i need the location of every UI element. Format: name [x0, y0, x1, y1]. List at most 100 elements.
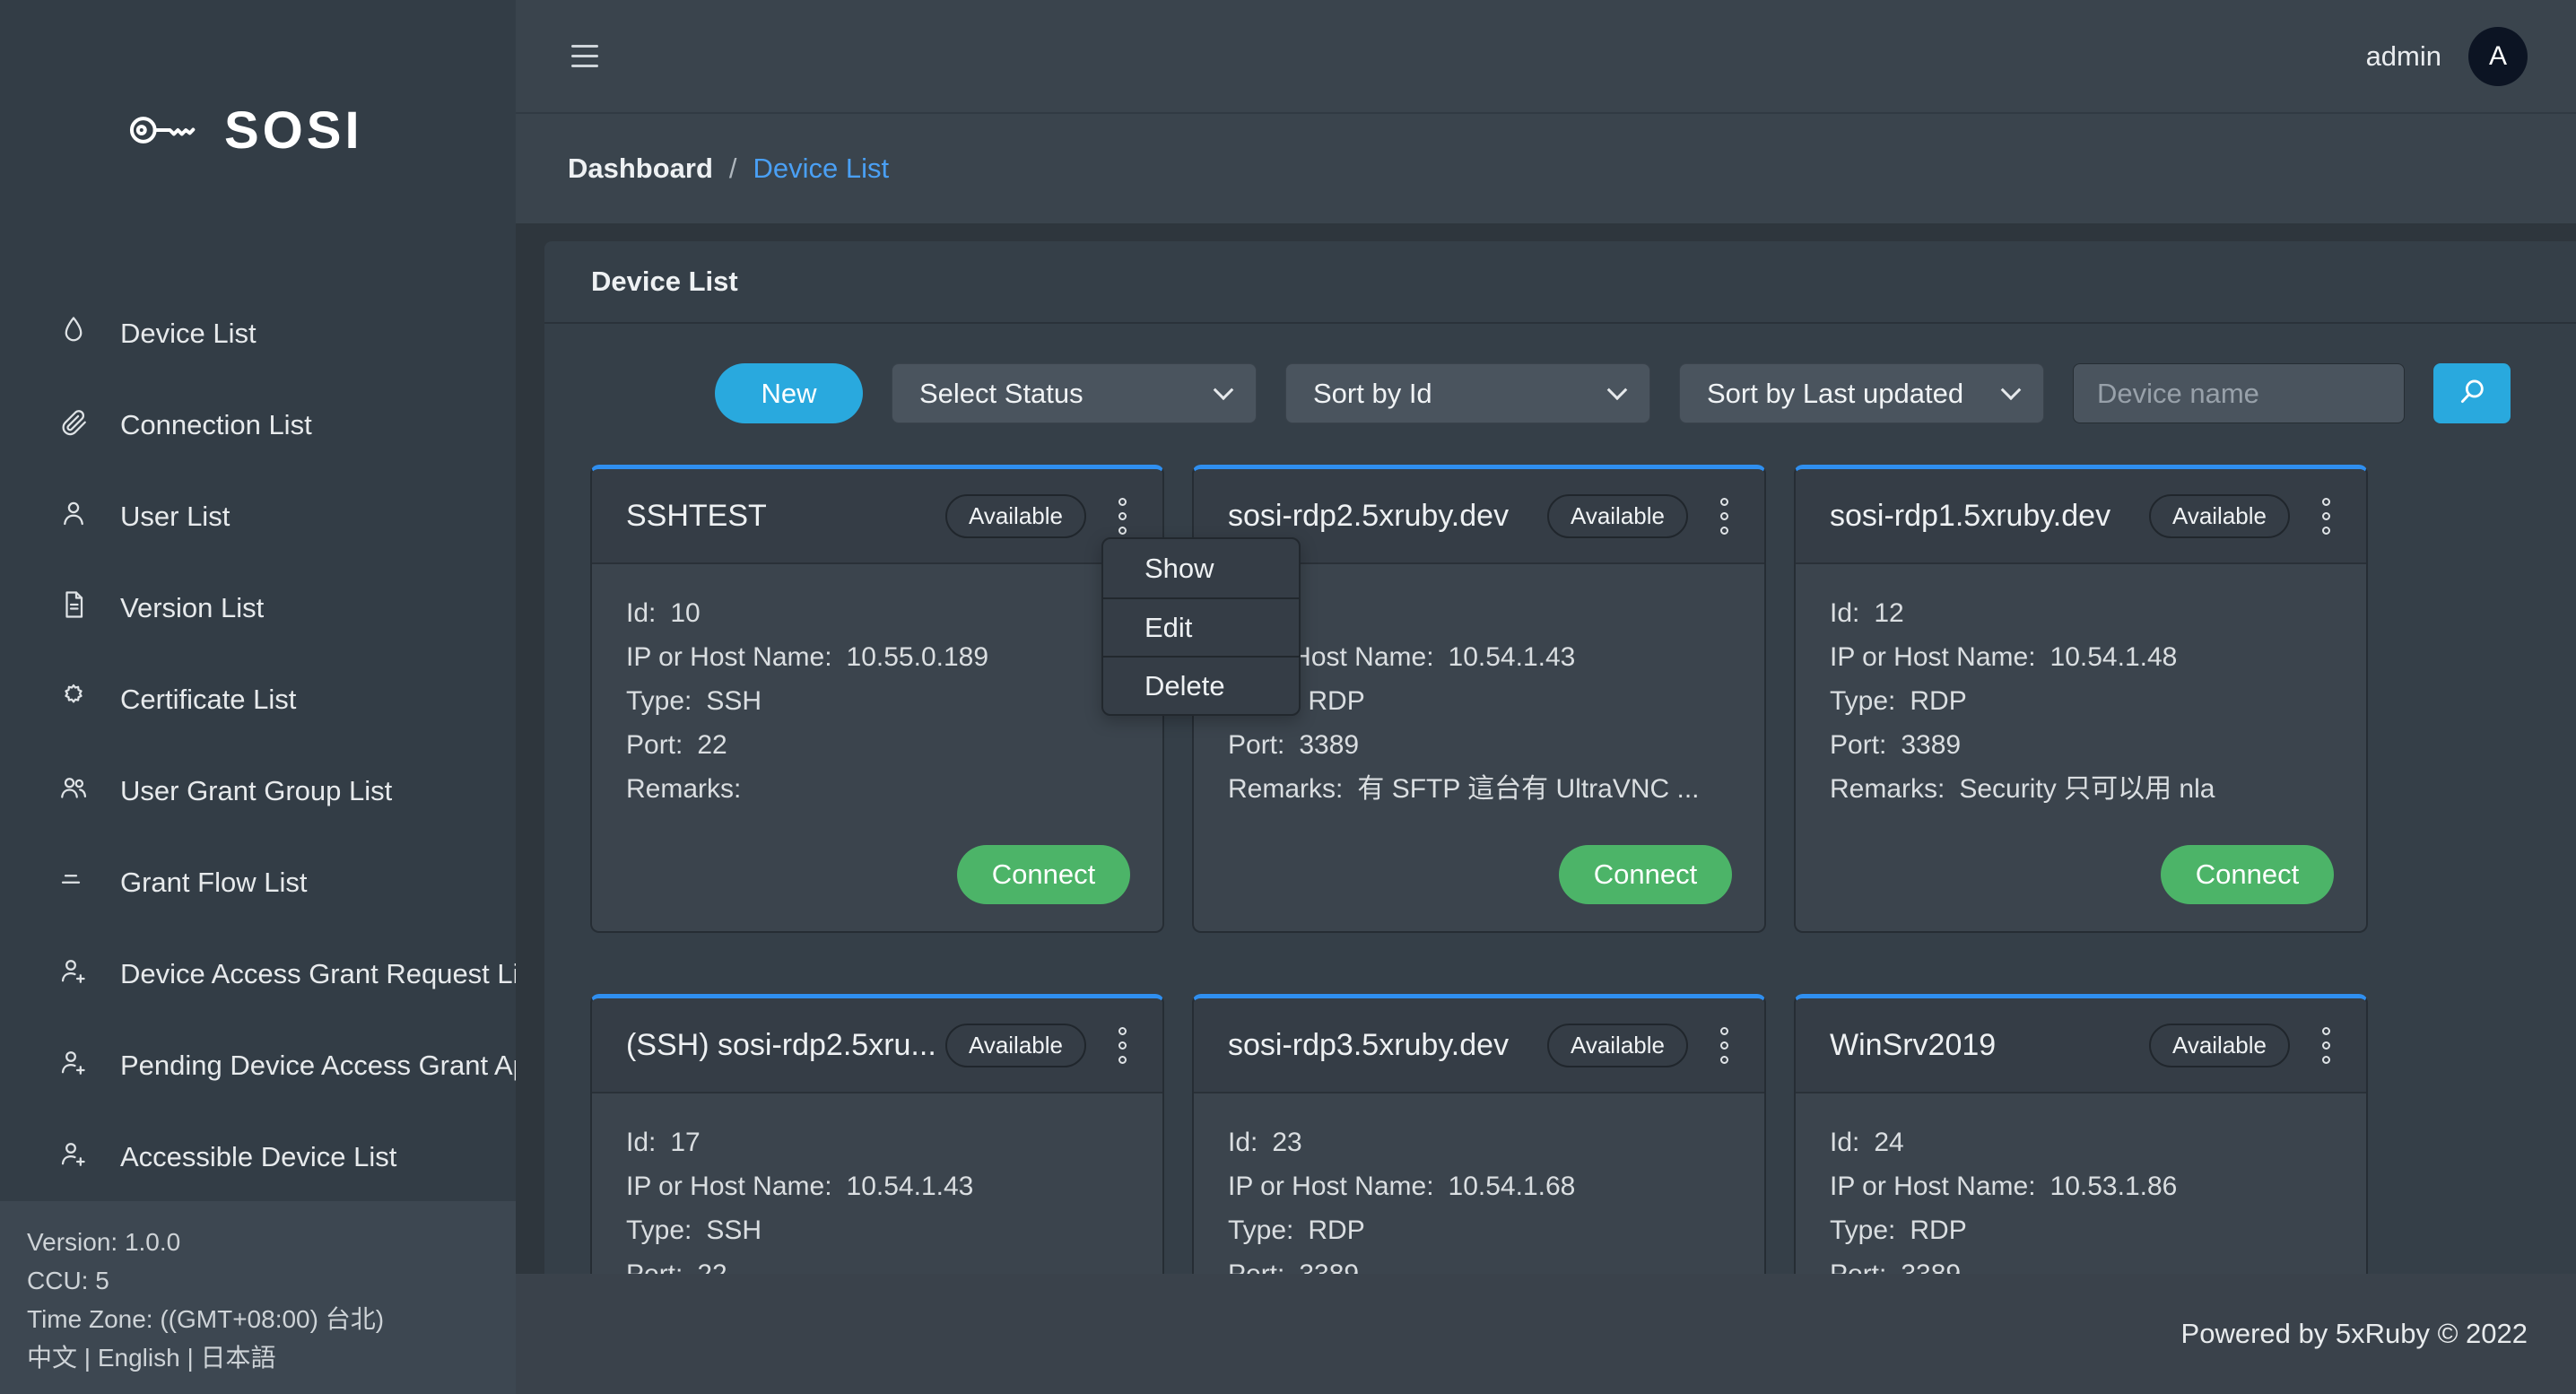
brand-name: SOSI — [224, 100, 363, 161]
sidebar-item-device-list[interactable]: Device List — [0, 288, 516, 379]
connect-button[interactable]: Connect — [2161, 845, 2334, 904]
device-card-body: Id:23IP or Host Name:10.54.1.68Type:RDPP… — [1194, 1093, 1764, 1274]
field-value: 10.55.0.189 — [847, 642, 988, 672]
card-menu-button[interactable] — [1110, 492, 1136, 540]
device-field-ip: IP or Host Name:10.55.0.189 — [626, 635, 1128, 679]
key-icon — [126, 103, 201, 157]
device-field-type: Type:SSH — [626, 1208, 1128, 1252]
field-label: Remarks: — [1228, 774, 1343, 804]
search-button[interactable] — [2433, 363, 2511, 423]
ccu-text: CCU: 5 — [27, 1261, 498, 1300]
device-field-port: Port:3389 — [1228, 1252, 1730, 1274]
card-menu-button[interactable] — [1711, 1022, 1737, 1069]
user-plus-icon — [57, 1137, 90, 1177]
status-select[interactable]: Select Status — [892, 363, 1257, 423]
field-label: Port: — [1228, 1259, 1284, 1274]
breadcrumb-dashboard[interactable]: Dashboard — [568, 152, 713, 185]
card-menu-button[interactable] — [1711, 492, 1737, 540]
timezone-text: Time Zone: ((GMT+08:00) 台北) — [27, 1300, 498, 1338]
user-area: admin A — [2366, 27, 2528, 86]
field-value: 17 — [670, 1128, 700, 1157]
context-menu-item-show[interactable]: Show — [1103, 539, 1299, 597]
field-value: 10 — [670, 598, 700, 628]
footer-text: Powered by 5xRuby © 2022 — [2181, 1318, 2528, 1350]
field-value: RDP — [1910, 1215, 1966, 1245]
field-value: SSH — [706, 1215, 761, 1245]
avatar[interactable]: A — [2468, 27, 2528, 86]
card-menu-button[interactable] — [1110, 1022, 1136, 1069]
connect-button[interactable]: Connect — [1559, 845, 1732, 904]
status-badge: Available — [1547, 1024, 1688, 1067]
brand-logo: SOSI — [0, 0, 516, 233]
sidebar-item-pending-device-access-grant-approval-list[interactable]: Pending Device Access Grant Approval Lis… — [0, 1020, 516, 1111]
field-value: 3389 — [1901, 1259, 1961, 1274]
status-badge: Available — [1547, 494, 1688, 538]
device-field-ip: IP or Host Name:10.54.1.68 — [1228, 1164, 1730, 1208]
device-name: WinSrv2019 — [1830, 1028, 1996, 1063]
device-name-input[interactable] — [2073, 363, 2405, 423]
sidebar-item-device-access-grant-request-list[interactable]: Device Access Grant Request List — [0, 928, 516, 1020]
device-field-ip: IP or Host Name:10.53.1.86 — [1830, 1164, 2332, 1208]
username: admin — [2366, 40, 2441, 73]
device-card: sosi-rdp1.5xruby.devAvailableId:12IP or … — [1794, 465, 2368, 933]
field-value: 有 SFTP 這台有 UltraVNC ... — [1357, 774, 1699, 804]
sidebar-item-version-list[interactable]: Version List — [0, 562, 516, 654]
device-field-type: Type:RDP — [1830, 1208, 2332, 1252]
sidebar-item-user-list[interactable]: User List — [0, 471, 516, 562]
device-field-remarks: Remarks:Security 只可以用 nla — [1830, 767, 2332, 811]
device-name: (SSH) sosi-rdp2.5xru... — [626, 1028, 936, 1063]
chevron-down-icon — [1214, 379, 1234, 400]
device-card-header-right: Available — [2149, 1022, 2339, 1069]
connect-button[interactable]: Connect — [957, 845, 1130, 904]
field-value: 3389 — [1901, 730, 1961, 760]
field-label: IP or Host Name: — [626, 1172, 832, 1201]
sidebar-item-grant-flow-list[interactable]: Grant Flow List — [0, 837, 516, 928]
device-card-header-right: Available — [1547, 492, 1737, 540]
device-field-ip: IP or Host Name:10.54.1.48 — [1830, 635, 2332, 679]
device-field-remarks: Remarks: 有 SFTP 這台有 UltraVNC ... — [1228, 767, 1730, 811]
user-plus-icon — [57, 1046, 90, 1085]
field-value: 10.54.1.43 — [847, 1172, 974, 1201]
sidebar-item-label: Pending Device Access Grant Approval Lis… — [120, 1050, 516, 1082]
card-menu-button[interactable] — [2313, 1022, 2339, 1069]
sidebar-item-connection-list[interactable]: Connection List — [0, 379, 516, 471]
field-value: 10.54.1.43 — [1449, 642, 1576, 672]
device-card-header: sosi-rdp1.5xruby.devAvailable — [1796, 469, 2366, 564]
device-field-ip: IP or Host Name:10.54.1.43 — [1228, 635, 1730, 679]
new-button[interactable]: New — [715, 363, 863, 423]
version-text: Version: 1.0.0 — [27, 1223, 498, 1261]
field-value: 10.53.1.86 — [2050, 1172, 2178, 1201]
context-menu-item-edit[interactable]: Edit — [1103, 597, 1299, 656]
sidebar-item-label: Device List — [120, 318, 257, 350]
page-footer: Powered by 5xRuby © 2022 — [516, 1274, 2576, 1394]
language-switcher[interactable]: 中文 | English | 日本語 — [27, 1338, 498, 1377]
device-card-header: SSHTESTAvailable — [592, 469, 1162, 564]
hamburger-menu-icon[interactable] — [568, 38, 602, 74]
sort-id-select[interactable]: Sort by Id — [1285, 363, 1650, 423]
field-value: 22 — [697, 1259, 727, 1274]
device-field-port: Port:3389 — [1830, 723, 2332, 767]
sidebar: SOSI Device List Connection ListUser List… — [0, 0, 516, 1394]
breadcrumb-device-list: Device List — [753, 152, 890, 185]
field-label: Port: — [1228, 730, 1284, 760]
chevron-down-icon — [2001, 379, 2022, 400]
sidebar-item-certificate-list[interactable]: Certificate List — [0, 654, 516, 745]
device-card-body: Id:10IP or Host Name:10.55.0.189Type:SSH… — [592, 564, 1162, 811]
sidebar-item-label: Device Access Grant Request List — [120, 958, 516, 990]
sidebar-item-user-grant-group-list[interactable]: User Grant Group List — [0, 745, 516, 837]
field-value: 10.54.1.48 — [2050, 642, 2178, 672]
field-value: 22 — [697, 730, 727, 760]
certificate-icon — [57, 680, 90, 719]
breadcrumb-separator: / — [729, 152, 737, 185]
device-name: sosi-rdp1.5xruby.dev — [1830, 499, 2110, 534]
context-menu-item-delete[interactable]: Delete — [1103, 656, 1299, 714]
field-label: Id: — [1830, 598, 1859, 628]
card-menu-button[interactable] — [2313, 492, 2339, 540]
sort-updated-select[interactable]: Sort by Last updated — [1679, 363, 2044, 423]
topbar: admin A — [516, 0, 2576, 114]
device-field-type: Type:RDP — [1228, 1208, 1730, 1252]
sidebar-item-label: Version List — [120, 592, 264, 624]
field-label: Type: — [1228, 1215, 1293, 1245]
context-menu: ShowEditDelete — [1101, 537, 1301, 716]
sidebar-item-accessible-device-list[interactable]: Accessible Device List — [0, 1111, 516, 1203]
